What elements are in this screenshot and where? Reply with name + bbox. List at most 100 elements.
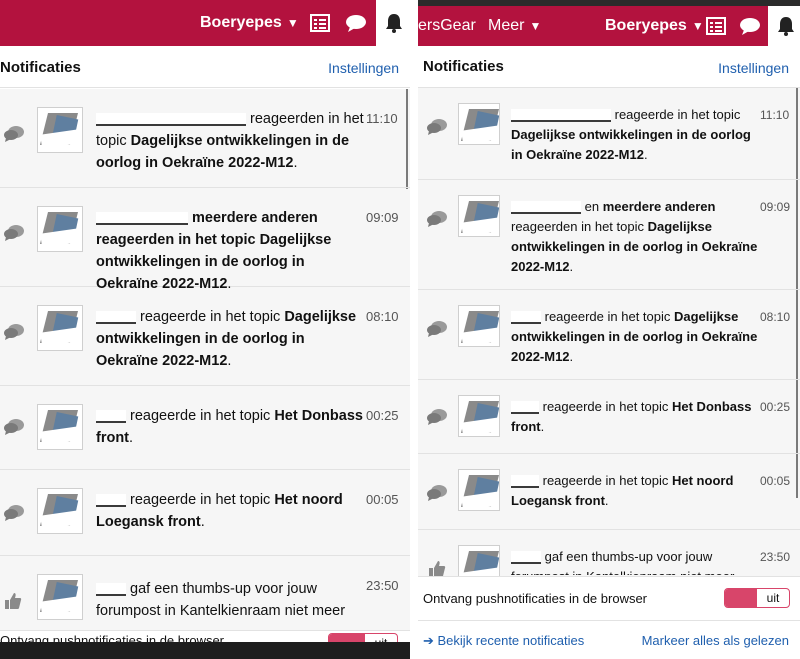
avatar[interactable] xyxy=(458,103,500,145)
user-menu[interactable]: Boeryepes ▼ xyxy=(605,6,704,46)
avatar[interactable] xyxy=(458,545,500,576)
timestamp: 11:10 xyxy=(366,111,398,126)
timestamp: 23:50 xyxy=(760,550,791,564)
notification-item[interactable]: meerdere anderen reageerden in het topic… xyxy=(0,188,410,292)
user-name[interactable] xyxy=(96,493,126,507)
chat-icon xyxy=(426,320,448,338)
push-notification-row: Ontvang pushnotificaties in de browser u… xyxy=(418,576,800,620)
arrow-right-icon: ➔ xyxy=(423,633,438,648)
notification-text: gaf een thumbs-up voor jouw forumpost in… xyxy=(511,547,761,575)
timestamp: 08:10 xyxy=(760,310,791,324)
timestamp: 09:09 xyxy=(366,210,399,225)
chevron-down-icon: ▼ xyxy=(286,16,299,30)
settings-link[interactable]: Instellingen xyxy=(328,60,399,76)
chat-icon xyxy=(3,125,25,143)
chat-icon xyxy=(3,323,25,341)
notification-list[interactable]: reageerde in het topic Dagelijkse ontwik… xyxy=(418,88,800,576)
notification-text: reageerde in het topic Dagelijkse ontwik… xyxy=(511,107,751,162)
screenshot-composite: Boeryepes ▼ Notificaties Instellingen re xyxy=(0,0,800,659)
notification-item[interactable]: reageerden in het topic Dagelijkse ontwi… xyxy=(0,89,410,188)
notification-text: reageerde in het topic Het Donbass front… xyxy=(96,408,363,446)
timestamp: 00:05 xyxy=(760,474,791,488)
notification-text: reageerde in het topic Dagelijkse ontwik… xyxy=(511,309,758,364)
user-name[interactable] xyxy=(511,551,541,565)
notification-item[interactable]: gaf een thumbs-up voor jouw forumpost in… xyxy=(418,530,800,576)
notification-text: gaf een thumbs-up voor jouw forumpost in… xyxy=(96,581,346,619)
timestamp: 00:05 xyxy=(366,492,399,507)
topic-link[interactable]: Dagelijkse ontwikkelingen in de oorlog i… xyxy=(511,127,751,162)
push-notification-row: Ontvang pushnotificaties in de browser u… xyxy=(0,630,410,642)
settings-link[interactable]: Instellingen xyxy=(718,60,789,76)
avatar[interactable] xyxy=(37,206,83,252)
more-menu[interactable]: Meer ▼ xyxy=(488,6,541,46)
more-menu-label: Meer xyxy=(488,17,525,34)
recent-notifications-link[interactable]: ➔ Bekijk recente notificaties xyxy=(423,633,584,649)
notification-text: en meerdere anderen reageerden in het to… xyxy=(511,199,758,274)
chat-icon xyxy=(426,484,448,502)
avatar[interactable] xyxy=(37,574,83,620)
thumbs-up-icon xyxy=(4,592,22,610)
user-menu-label: Boeryepes xyxy=(605,17,687,34)
push-toggle[interactable]: uit xyxy=(724,588,790,608)
user-name[interactable] xyxy=(96,211,188,225)
user-name[interactable] xyxy=(511,401,539,415)
user-name[interactable] xyxy=(511,475,539,489)
chat-icon xyxy=(3,224,25,242)
taskbar xyxy=(0,642,410,659)
chat-icon xyxy=(426,118,448,136)
footer-actions: ➔ Bekijk recente notificaties Markeer al… xyxy=(418,620,800,659)
user-name[interactable] xyxy=(96,310,136,324)
avatar[interactable] xyxy=(458,395,500,437)
avatar[interactable] xyxy=(458,469,500,511)
bell-icon[interactable] xyxy=(376,0,410,46)
notification-item[interactable]: reageerde in het topic Het Donbass front… xyxy=(0,386,410,470)
user-menu[interactable]: Boeryepes ▼ xyxy=(200,0,299,46)
avatar[interactable] xyxy=(37,488,83,534)
list-icon[interactable] xyxy=(698,6,734,46)
chat-icon[interactable] xyxy=(732,6,768,46)
user-menu-label: Boeryepes xyxy=(200,14,282,31)
avatar[interactable] xyxy=(458,305,500,347)
notification-text: reageerde in het topic Dagelijkse ontwik… xyxy=(96,309,357,369)
page-title: Notificaties xyxy=(0,59,81,76)
timestamp: 23:50 xyxy=(366,578,399,593)
topic-link[interactable]: Dagelijkse ontwikkelingen in de oorlog i… xyxy=(96,133,349,171)
bell-icon[interactable] xyxy=(768,6,800,46)
notification-item[interactable]: en meerdere anderen reageerden in het to… xyxy=(418,180,800,290)
chat-icon xyxy=(3,418,25,436)
notification-item[interactable]: reageerde in het topic Dagelijkse ontwik… xyxy=(0,287,410,386)
timestamp: 08:10 xyxy=(366,309,399,324)
user-name[interactable] xyxy=(96,409,126,423)
user-name[interactable] xyxy=(511,109,611,123)
user-name[interactable] xyxy=(511,311,541,325)
notifications-header: Notificaties Instellingen xyxy=(418,46,800,88)
push-label: Ontvang pushnotificaties in de browser xyxy=(0,633,225,642)
user-name[interactable] xyxy=(96,112,246,126)
notification-text: reageerden in het topic Dagelijkse ontwi… xyxy=(96,111,364,171)
mark-all-read-link[interactable]: Markeer alles als gelezen xyxy=(642,633,789,648)
user-name[interactable] xyxy=(511,201,581,215)
right-notification-pane: ersGear Meer ▼ Boeryepes ▼ Notificaties … xyxy=(418,0,800,659)
avatar[interactable] xyxy=(37,305,83,351)
brand-link[interactable]: ersGear xyxy=(418,6,476,46)
notification-item[interactable]: reageerde in het topic Het noord Loegans… xyxy=(0,470,410,556)
notification-item[interactable]: reageerde in het topic Dagelijkse ontwik… xyxy=(418,88,800,180)
notification-item[interactable]: reageerde in het topic Het noord Loegans… xyxy=(418,454,800,530)
notifications-header: Notificaties Instellingen xyxy=(0,46,410,88)
timestamp: 00:25 xyxy=(760,400,791,414)
notification-text: reageerde in het topic Het Donbass front… xyxy=(511,399,752,434)
avatar[interactable] xyxy=(37,404,83,450)
notification-list[interactable]: reageerden in het topic Dagelijkse ontwi… xyxy=(0,89,410,642)
push-toggle[interactable]: uit xyxy=(328,633,398,642)
user-name[interactable] xyxy=(96,582,126,596)
timestamp: 09:09 xyxy=(760,200,791,214)
notification-item[interactable]: reageerde in het topic Het Donbass front… xyxy=(418,380,800,454)
chat-icon xyxy=(426,408,448,426)
list-icon[interactable] xyxy=(302,0,338,46)
thumbs-up-icon xyxy=(428,560,446,576)
timestamp: 11:10 xyxy=(760,108,790,122)
notification-item[interactable]: reageerde in het topic Dagelijkse ontwik… xyxy=(418,290,800,380)
avatar[interactable] xyxy=(458,195,500,237)
avatar[interactable] xyxy=(37,107,83,153)
chat-icon[interactable] xyxy=(338,0,374,46)
